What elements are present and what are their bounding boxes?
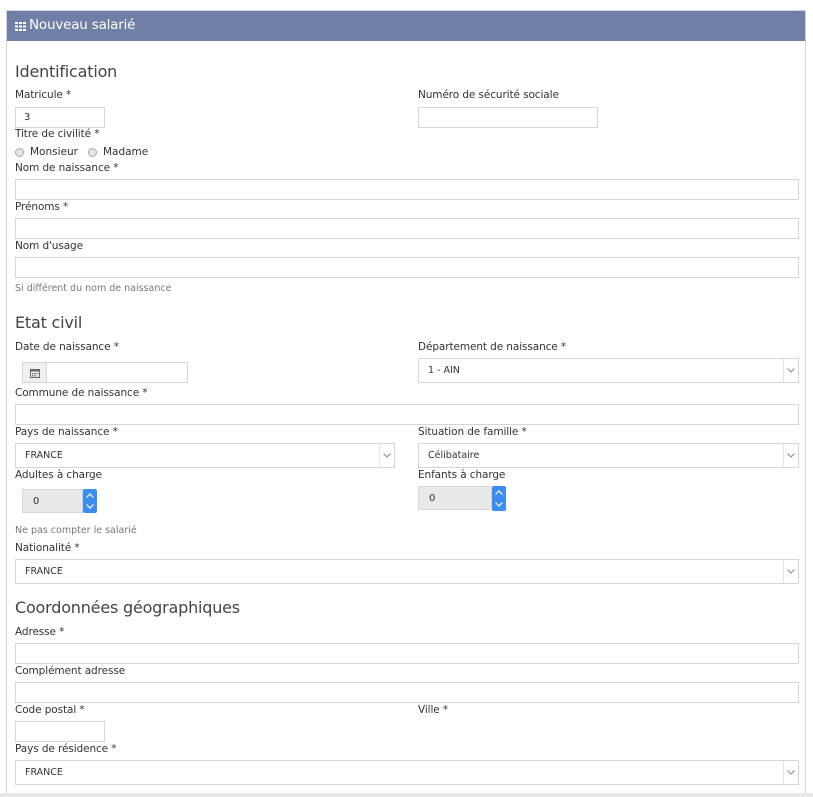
commune-input[interactable] [15, 404, 799, 425]
horizontal-scrollbar[interactable] [0, 793, 813, 797]
radio-madame[interactable] [87, 147, 97, 157]
code-postal-input[interactable] [15, 721, 105, 742]
departement-select[interactable]: 1 - AIN [418, 358, 799, 383]
departement-label: Département de naissance * [418, 341, 567, 353]
section-title-identification: Identification [15, 62, 118, 81]
grid-icon [15, 22, 26, 31]
pays-residence-value: FRANCE [25, 767, 63, 778]
pays-naissance-select[interactable]: FRANCE [15, 443, 395, 468]
chevron-down-icon [783, 444, 798, 467]
calendar-icon[interactable] [23, 363, 47, 382]
section-title-coordonnees: Coordonnées géographiques [15, 598, 240, 617]
prenoms-label: Prénoms * [15, 201, 69, 213]
complement-input[interactable] [15, 682, 799, 703]
chevron-down-icon [783, 560, 798, 583]
nom-usage-label: Nom d'usage [15, 240, 83, 252]
chevron-down-icon[interactable] [495, 502, 503, 507]
civilite-radio-group: Monsieur Madame [15, 146, 148, 158]
pays-residence-select[interactable]: FRANCE [15, 760, 799, 785]
nss-label: Numéro de sécurité sociale [418, 89, 559, 101]
adultes-label: Adultes à charge [15, 469, 102, 481]
pays-naissance-label: Pays de naissance * [15, 426, 118, 438]
chevron-down-icon [783, 761, 798, 784]
chevron-up-icon[interactable] [86, 493, 94, 498]
nationalite-select[interactable]: FRANCE [15, 559, 799, 584]
ville-label: Ville * [418, 704, 449, 716]
date-naissance-input[interactable] [22, 362, 188, 383]
matricule-value: 3 [24, 112, 31, 123]
chevron-up-icon[interactable] [495, 490, 503, 495]
situation-label: Situation de famille * [418, 426, 527, 438]
enfants-value[interactable]: 0 [418, 486, 492, 510]
chevron-down-icon [379, 444, 394, 467]
code-postal-label: Code postal * [15, 704, 85, 716]
radio-monsieur[interactable] [15, 147, 24, 157]
nationalite-value: FRANCE [25, 566, 63, 577]
departement-value: 1 - AIN [428, 365, 460, 376]
enfants-label: Enfants à charge [418, 469, 506, 481]
situation-select[interactable]: Célibataire [418, 443, 799, 468]
section-title-etat-civil: Etat civil [15, 313, 83, 332]
nom-naissance-input[interactable] [15, 179, 799, 200]
nss-input[interactable] [418, 107, 598, 128]
prenoms-input[interactable] [15, 218, 799, 239]
nom-usage-help: Si différent du nom de naissance [15, 283, 172, 294]
pays-residence-label: Pays de résidence * [15, 743, 117, 755]
nom-naissance-label: Nom de naissance * [15, 162, 119, 174]
matricule-label: Matricule * [15, 89, 72, 101]
matricule-input[interactable]: 3 [15, 107, 105, 128]
nom-usage-input[interactable] [15, 257, 799, 278]
adultes-value[interactable]: 0 [22, 489, 83, 513]
situation-value: Célibataire [428, 450, 480, 461]
adultes-stepper[interactable]: 0 [22, 489, 97, 513]
panel-title: Nouveau salarié [29, 17, 136, 33]
adresse-input[interactable] [15, 643, 799, 664]
radio-monsieur-label[interactable]: Monsieur [30, 146, 78, 158]
adultes-help: Ne pas compter le salarié [15, 525, 137, 536]
enfants-stepper[interactable]: 0 [418, 486, 507, 511]
panel-header: Nouveau salarié [7, 11, 805, 41]
pays-naissance-value: FRANCE [25, 450, 63, 461]
commune-label: Commune de naissance * [15, 387, 148, 399]
civilite-label: Titre de civilité * [15, 128, 100, 140]
nationalite-label: Nationalité * [15, 542, 80, 554]
adultes-stepper-buttons[interactable] [83, 489, 97, 513]
enfants-stepper-buttons[interactable] [492, 486, 506, 511]
chevron-down-icon[interactable] [86, 504, 94, 509]
radio-madame-label[interactable]: Madame [103, 146, 148, 158]
adresse-label: Adresse * [15, 626, 65, 638]
chevron-down-icon [783, 359, 798, 382]
date-naissance-label: Date de naissance * [15, 341, 119, 353]
complement-label: Complément adresse [15, 665, 126, 677]
